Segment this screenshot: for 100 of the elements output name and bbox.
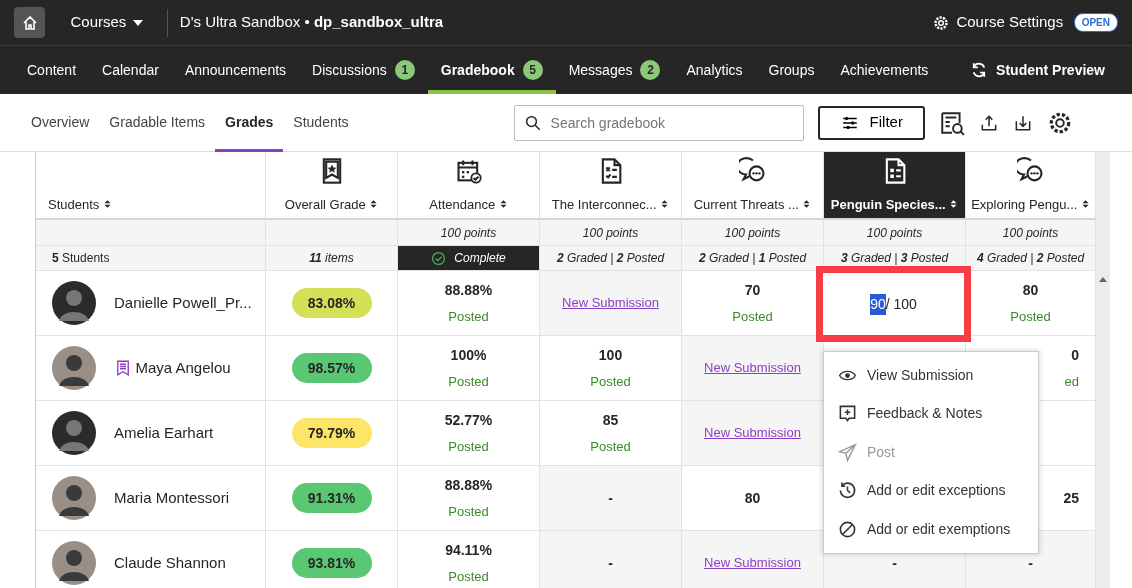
points-label: 100 points bbox=[1002, 224, 1059, 242]
points-label: 100 points bbox=[582, 224, 639, 242]
course-title: D's Ultra Sandbox • dp_sandbox_ultra bbox=[179, 12, 444, 33]
nav-tab[interactable]: Calendar bbox=[89, 46, 172, 94]
add-note-icon bbox=[838, 404, 857, 424]
sort-icon bbox=[498, 199, 508, 210]
posted-status: Posted bbox=[448, 502, 489, 521]
menu-item[interactable]: View Submission bbox=[824, 356, 1038, 395]
course-settings-link[interactable]: Course Settings bbox=[956, 11, 1064, 34]
posted-status: Posted bbox=[448, 372, 489, 391]
nav-tab[interactable]: Content bbox=[14, 46, 90, 94]
student-name[interactable]: Claude Shannon bbox=[114, 551, 226, 575]
menu-item[interactable]: Add or edit exceptions bbox=[824, 471, 1038, 510]
empty-grade: - bbox=[608, 488, 613, 508]
grade-pill[interactable]: 83.08% bbox=[291, 288, 372, 318]
grade-pill[interactable]: 98.57% bbox=[291, 353, 372, 383]
home-button[interactable] bbox=[14, 7, 45, 38]
grade-value[interactable]: 100 bbox=[598, 344, 623, 366]
grade-value[interactable]: 88.88% bbox=[444, 474, 493, 496]
column-header[interactable]: Overall Grade bbox=[266, 152, 398, 220]
new-submission-link[interactable]: New Submission bbox=[704, 423, 801, 443]
summary-text: 2 Graded | 1 Posted bbox=[698, 250, 807, 267]
prohibited-icon bbox=[838, 519, 857, 539]
grade-value[interactable]: 85 bbox=[602, 409, 619, 431]
nav-tab[interactable]: Analytics bbox=[673, 46, 756, 94]
menu-item[interactable]: Add or edit exemptions bbox=[824, 510, 1038, 549]
view-tab[interactable]: Gradable Items bbox=[99, 93, 216, 152]
grade-value[interactable]: 52.77% bbox=[444, 409, 493, 431]
column-header[interactable]: Current Threats ... bbox=[682, 152, 824, 220]
summary-text: 11 items bbox=[309, 250, 354, 267]
grade-value[interactable]: 94.11% bbox=[445, 539, 492, 561]
home-icon bbox=[21, 14, 38, 31]
view-tab[interactable]: Students bbox=[283, 93, 359, 152]
new-submission-link[interactable]: New Submission bbox=[704, 358, 801, 378]
grade-pill[interactable]: 79.79% bbox=[291, 418, 372, 448]
filter-button[interactable]: Filter bbox=[817, 105, 925, 140]
new-submission-link[interactable]: New Submission bbox=[562, 293, 659, 313]
avatar bbox=[52, 411, 96, 455]
search-field[interactable]: Search gradebook bbox=[513, 104, 804, 141]
grade-value[interactable]: 100% bbox=[450, 344, 487, 366]
new-submission-link[interactable]: New Submission bbox=[704, 553, 801, 573]
posted-status: ed bbox=[1064, 372, 1079, 391]
avatar bbox=[52, 281, 96, 325]
nav-tab[interactable]: Achievements bbox=[827, 46, 942, 94]
courses-dropdown[interactable]: Courses bbox=[59, 5, 155, 40]
grade-pill[interactable]: 93.81% bbox=[291, 548, 372, 578]
avatar bbox=[52, 541, 96, 585]
points-label: 100 points bbox=[440, 224, 497, 242]
nav-tab[interactable]: Groups bbox=[755, 46, 828, 94]
nav-tab[interactable]: Discussions 1 bbox=[299, 46, 428, 94]
summary-text: 3 Graded | 3 Posted bbox=[840, 250, 949, 267]
sort-icon bbox=[802, 199, 812, 210]
sort-icon bbox=[369, 199, 379, 210]
count-badge: 2 bbox=[640, 60, 661, 80]
grade-value[interactable]: 80 bbox=[1022, 279, 1039, 301]
empty-grade: - bbox=[1028, 553, 1033, 573]
grade-input-cell[interactable]: 90/ 100 bbox=[816, 266, 971, 342]
scrollbar[interactable] bbox=[1096, 152, 1110, 588]
student-count: 5 Students bbox=[52, 250, 110, 267]
student-name[interactable]: Maria Montessori bbox=[114, 486, 230, 510]
posted-status: Posted bbox=[732, 307, 773, 326]
sort-icon bbox=[660, 199, 670, 210]
student-name[interactable]: Maya Angelou bbox=[135, 356, 231, 380]
grade-value[interactable]: 88.88% bbox=[444, 279, 493, 301]
posted-status: Posted bbox=[448, 307, 489, 326]
nav-tab[interactable]: Messages 2 bbox=[555, 46, 674, 94]
grade-value[interactable]: 80 bbox=[744, 487, 761, 509]
column-header[interactable]: Attendance bbox=[398, 152, 540, 220]
summary-text: 4 Graded | 2 Posted bbox=[976, 250, 1085, 267]
status-badge: OPEN bbox=[1073, 13, 1118, 32]
column-header[interactable]: Exploring Pengu... bbox=[966, 152, 1096, 220]
nav-tab[interactable]: Announcements bbox=[171, 46, 300, 94]
grade-value[interactable]: 70 bbox=[744, 279, 761, 301]
posted-status: Posted bbox=[590, 437, 631, 456]
empty-grade: - bbox=[892, 553, 897, 573]
sort-icon bbox=[949, 199, 959, 210]
grade-value[interactable]: 0 bbox=[1071, 344, 1079, 366]
column-header[interactable]: Penguin Species... bbox=[824, 152, 966, 220]
student-name[interactable]: Danielle Powell_Pr... bbox=[114, 291, 252, 315]
view-tab[interactable]: Overview bbox=[21, 93, 100, 152]
paper-plane-icon bbox=[838, 442, 857, 462]
caret-icon bbox=[133, 19, 144, 26]
status-label: Complete bbox=[454, 250, 506, 267]
column-header[interactable]: Students bbox=[36, 152, 266, 220]
points-label: 100 points bbox=[866, 224, 923, 242]
student-preview-button[interactable]: Student Preview bbox=[957, 46, 1118, 94]
grade-pill[interactable]: 91.31% bbox=[291, 483, 372, 513]
sort-icon bbox=[1080, 199, 1090, 210]
bookmark-list-icon bbox=[114, 359, 132, 377]
avatar bbox=[52, 476, 96, 520]
clock-history-icon bbox=[838, 481, 857, 501]
student-name[interactable]: Amelia Earhart bbox=[114, 421, 214, 445]
menu-item[interactable]: Feedback & Notes bbox=[824, 394, 1038, 433]
settings-icon bbox=[933, 14, 950, 31]
column-header[interactable]: The Interconnec... bbox=[540, 152, 682, 220]
report-search-icon bbox=[938, 109, 965, 136]
nav-tab[interactable]: Gradebook 5 bbox=[427, 46, 556, 94]
posted-status: Posted bbox=[448, 567, 489, 586]
points-label: 100 points bbox=[724, 224, 781, 242]
grade-value[interactable]: 25 bbox=[1063, 487, 1079, 509]
